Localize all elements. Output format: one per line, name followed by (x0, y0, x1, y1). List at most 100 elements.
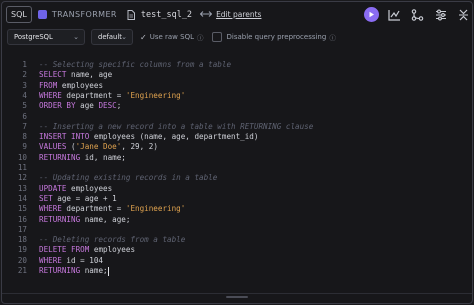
comment-token: -- Inserting a new record into a table w… (39, 121, 314, 131)
line-number: 13 (17, 183, 27, 193)
line-number: 10 (17, 152, 27, 162)
code-text: WHERE id = 104 (39, 256, 103, 266)
settings-button[interactable] (432, 6, 449, 23)
profile-value: default (98, 33, 122, 41)
code-token: employees (name, age, department_id) (89, 132, 259, 142)
code-line[interactable]: 16 RETURNING name, age; (2, 215, 472, 225)
keyword-token: ORDER BY (39, 101, 76, 111)
line-number: 5 (22, 101, 27, 111)
code-text: ORDER BY age DESC; (39, 101, 121, 111)
collapse-icon (459, 9, 468, 20)
code-line[interactable]: 18 -- Deleting records from a table (2, 235, 472, 245)
keyword-token: FROM (39, 80, 58, 90)
line-number: 11 (17, 163, 27, 172)
database-select[interactable]: PostgreSQL ⌄ (7, 29, 85, 45)
keyword-token: WHERE (39, 255, 62, 265)
chart-button[interactable] (386, 6, 403, 23)
profile-select[interactable]: default ⌄ (91, 29, 133, 45)
info-icon: ⓘ (196, 34, 204, 42)
code-text: FROM employees (39, 81, 103, 91)
arrows-icon (199, 10, 213, 20)
code-line[interactable]: 9 VALUES ('Jane Doe', 29, 2) (2, 142, 472, 152)
keyword-token: WHERE (39, 90, 62, 100)
resize-bar[interactable] (2, 293, 472, 303)
code-line[interactable]: 15 WHERE department = 'Engineering' (2, 204, 472, 214)
code-line[interactable]: 2 SELECT name, age (2, 70, 472, 80)
collapse-button[interactable] (455, 6, 472, 23)
keyword-token: SET (39, 193, 53, 203)
keyword-token: VALUES (39, 142, 67, 152)
code-text: VALUES ('Jane Doe', 29, 2) (39, 142, 158, 152)
code-line[interactable]: 19 DELETE FROM employees (2, 245, 472, 255)
line-number: 17 (17, 224, 27, 234)
keyword-token: DESC (98, 101, 117, 111)
line-number: 3 (22, 80, 27, 90)
line-number: 6 (22, 111, 27, 121)
code-text: WHERE department = 'Engineering' (39, 204, 185, 214)
code-token: id, name; (80, 152, 126, 162)
code-line[interactable]: 1 -- Selecting specific columns from a ta… (2, 60, 472, 70)
code-line[interactable]: 14 SET age = age + 1 (2, 194, 472, 204)
keyword-token: RETURNING (39, 152, 81, 162)
line-number: 20 (17, 255, 27, 265)
use-raw-sql-label: Use raw SQL (149, 33, 194, 41)
code-token: employees (66, 183, 113, 193)
code-line[interactable]: 8 INSERT INTO employees (name, age, depar… (2, 132, 472, 142)
code-line[interactable]: 3 FROM employees (2, 81, 472, 91)
comment-token: -- Updating existing records in a table (39, 173, 218, 183)
string-token: 'Engineering' (125, 90, 186, 100)
keyword-token: WHERE (39, 204, 62, 214)
code-line[interactable]: 21 RETURNING name; (2, 266, 472, 276)
disable-preprocessing-checkbox[interactable]: Disable query preprocessing ⓘ (212, 32, 336, 42)
code-text: SET age = age + 1 (39, 194, 117, 204)
string-token: 'Jane Doe' (75, 142, 122, 152)
code-token: name, age; (80, 214, 131, 224)
use-raw-sql-toggle[interactable]: ✓ Use raw SQL ⓘ (140, 32, 204, 43)
keyword-token: RETURNING (39, 266, 81, 275)
code-line[interactable]: 7 -- Inserting a new record into a table … (2, 122, 472, 132)
line-number: 14 (17, 193, 27, 203)
keyword-token: SELECT (39, 70, 67, 80)
sql-block: SQL TRANSFORMER test_sql_2 Edit parents (1, 1, 473, 304)
code-token: employees (57, 80, 104, 90)
code-text: -- Selecting specific columns from a tab… (39, 60, 231, 70)
checkbox-box (212, 32, 223, 42)
code-line[interactable]: 13 UPDATE employees (2, 184, 472, 194)
play-icon (364, 7, 379, 22)
code-line[interactable]: 12 -- Updating existing records in a tabl… (2, 173, 472, 183)
code-token: employees (89, 245, 136, 255)
chart-icon (388, 9, 400, 21)
block-header: SQL TRANSFORMER test_sql_2 Edit parents (2, 2, 472, 27)
code-token: id = 104 (61, 255, 104, 265)
comment-token: -- Selecting specific columns from a tab… (39, 60, 232, 69)
run-button[interactable] (363, 6, 380, 23)
code-token: name, age (66, 70, 113, 80)
block-toolbar (357, 6, 472, 23)
line-number: 21 (17, 266, 27, 275)
code-line[interactable]: 11 (2, 163, 472, 173)
code-line[interactable]: 4 WHERE department = 'Engineering' (2, 91, 472, 101)
code-line[interactable]: 17 (2, 225, 472, 235)
keyword-token: UPDATE (39, 183, 67, 193)
code-text: -- Inserting a new record into a table w… (39, 122, 313, 132)
text-cursor (107, 266, 109, 276)
string-token: 'Engineering' (125, 204, 186, 214)
code-text: UPDATE employees (39, 184, 112, 194)
code-text: RETURNING name; (39, 266, 109, 276)
keyword-token: DELETE FROM (39, 245, 90, 255)
code-line[interactable]: 20 WHERE id = 104 (2, 256, 472, 266)
code-token: name; (80, 266, 108, 275)
sliders-icon (435, 9, 446, 20)
keyword-token: RETURNING (39, 214, 81, 224)
code-token: ( (66, 142, 76, 152)
resize-handle[interactable] (226, 296, 248, 298)
code-line[interactable]: 6 (2, 112, 472, 122)
edit-parents-link[interactable]: Edit parents (216, 10, 261, 19)
tree-button[interactable] (409, 6, 426, 23)
code-editor[interactable]: 1 -- Selecting specific columns from a ta… (2, 60, 472, 290)
disable-preprocessing-label: Disable query preprocessing (226, 33, 327, 41)
code-line[interactable]: 5 ORDER BY age DESC; (2, 101, 472, 111)
line-number: 1 (22, 60, 27, 69)
code-line[interactable]: 10 RETURNING id, name; (2, 153, 472, 163)
file-name[interactable]: test_sql_2 (141, 10, 192, 20)
